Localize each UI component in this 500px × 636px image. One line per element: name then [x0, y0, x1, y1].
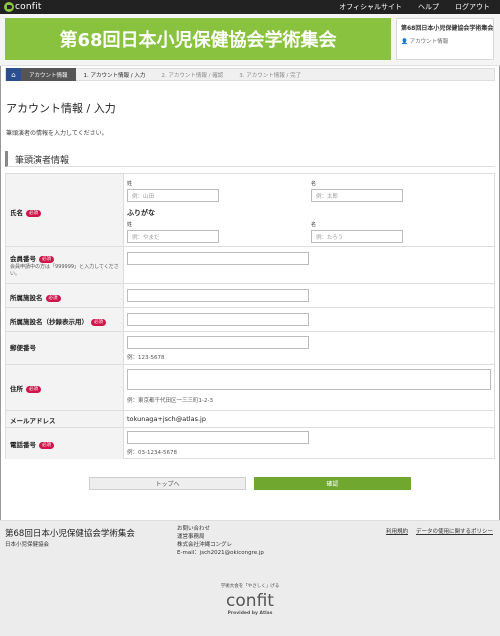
contact-line: 株式会社沖縄コングレ: [177, 542, 233, 548]
top-bar: confit オフィシャルサイト ヘルプ ログアウト: [0, 0, 500, 14]
required-badge: 必須: [91, 318, 106, 326]
required-badge: 必須: [39, 255, 54, 263]
member-number-label: 会員番号 必須: [10, 253, 54, 263]
side-subtitle: 👤 アカウント情報: [401, 39, 449, 45]
nav-logout[interactable]: ログアウト: [455, 2, 490, 12]
row-address: 住所 必須 例：東京都千代田区一三三町1-2-3: [6, 365, 494, 411]
required-badge: 必須: [26, 209, 41, 217]
furigana-label: ふりがな: [127, 209, 155, 217]
label-cell: 住所 必須: [6, 365, 124, 410]
phone-input[interactable]: [127, 431, 309, 444]
home-icon[interactable]: ⌂: [6, 68, 21, 81]
footer-confit-logo: 学術大会を「やさしく」げる confit Provided by Atlas: [212, 583, 288, 619]
section-heading: 筆頭演者情報: [5, 151, 495, 167]
nav-help[interactable]: ヘルプ: [418, 2, 439, 12]
confit-logo-icon: [4, 2, 14, 12]
phone-label: 電話番号 必須: [10, 439, 54, 449]
postal-label: 郵便番号: [10, 344, 36, 352]
affiliation-input[interactable]: [127, 289, 309, 302]
footer-contact: お問い合わせ 運営事務局 株式会社沖縄コングレ E-mail：jsch2021@…: [177, 525, 264, 557]
breadcrumb-step-1: 1. アカウント情報 / 入力: [83, 72, 146, 79]
postal-input[interactable]: [127, 336, 309, 349]
address-label: 住所 必須: [10, 383, 41, 393]
email-label: メールアドレス: [10, 417, 56, 425]
breadcrumb-step-2: 2. アカウント情報 / 確認: [161, 72, 224, 79]
sei-kana-label: 姓: [127, 222, 133, 228]
mei-input[interactable]: 例：太郎: [311, 189, 403, 202]
top-nav: オフィシャルサイト ヘルプ ログアウト: [339, 0, 490, 14]
address-hint: 例：東京都千代田区一三三町1-2-3: [127, 398, 213, 404]
header: 第68回日本小児保健協会学術集会 第68回日本小児保健協会学術集会 👤 アカウン…: [0, 14, 500, 66]
footer-subtitle[interactable]: 日本小児保健協会: [5, 540, 49, 548]
logo-provided-by: Provided by Atlas: [227, 611, 273, 616]
member-number-note: 会員申請中の方は「999999」と入力してください。: [10, 264, 119, 277]
phone-hint: 例：03-1234-5678: [127, 450, 177, 456]
back-to-top-button[interactable]: トップへ: [89, 477, 246, 490]
section-title: 筆頭演者情報: [15, 156, 70, 166]
label-cell: 所属施設名（抄録表示用） 必須: [6, 308, 124, 331]
row-name: 氏名 必須 姓 例：山田 名 例：太郎 ふりがな 姓 例：やまだ 名 例：たろう: [6, 174, 494, 247]
required-badge: 必須: [39, 441, 54, 449]
label-cell: 電話番号 必須: [6, 428, 124, 459]
logo-tagline: 学術大会を「やさしく」げる: [220, 584, 280, 589]
label-cell: メールアドレス: [6, 411, 124, 427]
footer-links: 利用規約 データの使用に関するポリシー: [386, 527, 493, 535]
contact-email: E-mail：jsch2021@okicongre.jp: [177, 550, 264, 556]
affiliation-abstract-label: 所属施設名（抄録表示用） 必須: [10, 316, 106, 326]
label-cell: 氏名 必須: [6, 174, 124, 246]
row-phone: 電話番号 必須 例：03-1234-5678: [6, 428, 494, 459]
member-number-input[interactable]: [127, 252, 309, 265]
side-title: 第68回日本小児保健協会学術集会: [401, 25, 494, 32]
contact-line: 運営事務局: [177, 534, 205, 540]
footer: 第68回日本小児保健協会学術集会 日本小児保健協会 お問い合わせ 運営事務局 株…: [0, 520, 500, 636]
confit-logo[interactable]: confit: [4, 1, 42, 13]
label-cell: 会員番号 必須 会員申請中の方は「999999」と入力してください。: [6, 247, 124, 283]
data-policy-link[interactable]: データの使用に関するポリシー: [416, 527, 493, 535]
mei-label: 名: [311, 181, 317, 187]
row-affiliation-abstract: 所属施設名（抄録表示用） 必須: [6, 308, 494, 332]
sei-kana-input[interactable]: 例：やまだ: [127, 230, 219, 243]
row-affiliation: 所属施設名 必須: [6, 284, 494, 308]
contact-line: お問い合わせ: [177, 526, 211, 532]
breadcrumb-step-3: 3. アカウント情報 / 完了: [239, 72, 302, 79]
breadcrumb-active: アカウント情報: [21, 68, 76, 81]
row-member-number: 会員番号 必須 会員申請中の方は「999999」と入力してください。: [6, 247, 494, 284]
required-badge: 必須: [26, 385, 41, 393]
breadcrumb: ⌂ アカウント情報 1. アカウント情報 / 入力 2. アカウント情報 / 確…: [5, 68, 495, 81]
sei-label: 姓: [127, 181, 133, 187]
address-textarea[interactable]: [127, 369, 491, 390]
postal-hint: 例：123-5678: [127, 355, 165, 361]
intro-text: 筆頭演者の情報を入力してください。: [6, 130, 108, 137]
confirm-button[interactable]: 確認: [254, 477, 411, 490]
banner-title: 第68回日本小児保健協会学術集会: [59, 30, 337, 51]
affiliation-abstract-input[interactable]: [127, 313, 309, 326]
logo-text: confit: [15, 2, 42, 12]
label-cell: 郵便番号: [6, 332, 124, 364]
name-label: 氏名 必須: [10, 207, 41, 217]
row-email: メールアドレス tokunaga+jsch@atlas.jp: [6, 411, 494, 428]
sei-input[interactable]: 例：山田: [127, 189, 219, 202]
account-form: 氏名 必須 姓 例：山田 名 例：太郎 ふりがな 姓 例：やまだ 名 例：たろう …: [5, 173, 495, 459]
page-title: アカウント情報 / 入力: [6, 102, 116, 115]
nav-official-site[interactable]: オフィシャルサイト: [339, 2, 402, 12]
email-value: tokunaga+jsch@atlas.jp: [127, 415, 206, 423]
conference-info-box: 第68回日本小児保健協会学術集会 👤 アカウント情報: [396, 18, 494, 60]
mei-kana-label: 名: [311, 222, 317, 228]
mei-kana-input[interactable]: 例：たろう: [311, 230, 403, 243]
terms-link[interactable]: 利用規約: [386, 527, 408, 535]
logo-brand: confit: [226, 591, 274, 611]
affiliation-label: 所属施設名 必須: [10, 292, 61, 302]
row-postal: 郵便番号 例：123-5678: [6, 332, 494, 365]
label-cell: 所属施設名 必須: [6, 284, 124, 307]
required-badge: 必須: [45, 294, 61, 302]
conference-banner[interactable]: 第68回日本小児保健協会学術集会: [5, 18, 391, 60]
footer-title[interactable]: 第68回日本小児保健協会学術集会: [5, 527, 135, 539]
